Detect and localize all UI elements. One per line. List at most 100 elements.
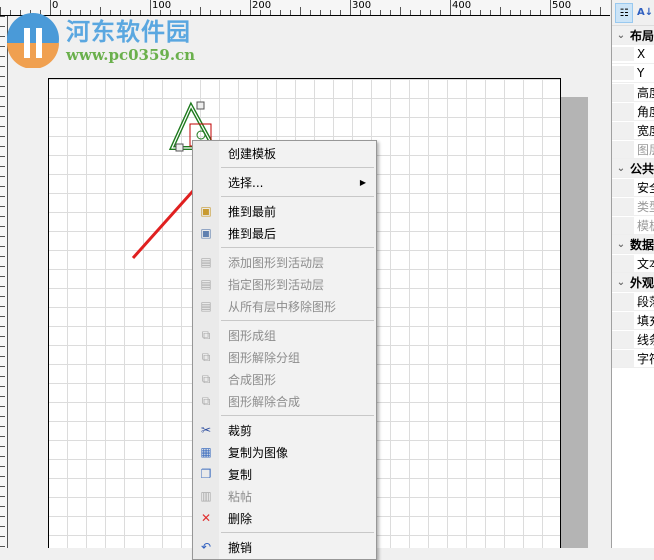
property-category[interactable]: ⌄ 数据: [612, 235, 654, 254]
property-label: 段落: [612, 292, 654, 310]
vertical-ruler: [0, 16, 8, 548]
menu-item[interactable]: ▣ 推到最前: [193, 200, 376, 222]
submenu-arrow-icon: ▶: [359, 177, 366, 187]
menu-item-label: 撤销: [228, 540, 253, 555]
ruler-tick: [330, 10, 331, 15]
ruler-tick: [430, 10, 431, 15]
property-label: 线条: [612, 330, 654, 348]
sort-alphabetical-button[interactable]: A↓: [636, 3, 654, 23]
property-row[interactable]: 安全: [612, 178, 654, 197]
property-category[interactable]: ⌄ 外观: [612, 273, 654, 292]
send-to-back-icon: ▣: [200, 226, 212, 240]
property-label: 外观: [629, 275, 654, 290]
watermark-title: 河东软件园: [66, 18, 191, 46]
layer-assign-icon: ▤: [200, 277, 212, 291]
ruler-tick: [480, 10, 481, 15]
resize-handle: [175, 143, 184, 152]
menu-item[interactable]: ▣ 推到最后: [193, 222, 376, 244]
properties-toolbar: ☷ A↓: [612, 0, 654, 26]
ruler-tick: [250, 0, 251, 15]
ruler-label: 400: [452, 0, 472, 11]
menu-item[interactable]: ⧉ 图形解除分组: [193, 346, 376, 368]
property-row[interactable]: 类型: [612, 197, 654, 216]
menu-item[interactable]: ↶ 撤销: [193, 536, 376, 558]
ruler-tick: [590, 10, 591, 15]
ruler-tick: [240, 10, 241, 15]
property-label: 模板: [612, 216, 654, 234]
menu-item[interactable]: ▦ 复制为图像: [193, 441, 376, 463]
menu-item[interactable]: 创建模板: [193, 142, 376, 164]
property-row[interactable]: 宽度: [612, 121, 654, 140]
menu-item[interactable]: ⧉ 图形解除合成: [193, 390, 376, 412]
menu-item[interactable]: 选择... ▶: [193, 171, 376, 193]
menu-item-label: 创建模板: [228, 146, 277, 161]
uncombine-icon: ⧉: [201, 394, 211, 408]
ruler-tick: [290, 10, 291, 15]
menu-item-label: 添加图形到活动层: [228, 255, 325, 270]
menu-item[interactable]: ✕ 删除: [193, 507, 376, 529]
ruler-tick: [540, 10, 541, 15]
property-row[interactable]: 文本: [612, 254, 654, 273]
watermark-logo: 河东软件园 www.pc0359.cn: [4, 10, 214, 70]
paste-icon: ▥: [200, 489, 212, 503]
menu-item-label: 从所有层中移除图形: [228, 299, 337, 314]
menu-item-label: 粘帖: [228, 489, 253, 504]
menu-item[interactable]: ▤ 添加图形到活动层: [193, 251, 376, 273]
property-category[interactable]: ⌄ 布局: [612, 26, 654, 45]
menu-separator: [221, 320, 374, 321]
chevron-down-icon[interactable]: ⌄: [612, 277, 630, 288]
chevron-down-icon[interactable]: ⌄: [612, 163, 630, 174]
property-row[interactable]: 角度: [612, 102, 654, 121]
resize-handle: [196, 101, 205, 110]
property-row[interactable]: 高度: [612, 83, 654, 102]
property-label: 填充: [612, 311, 654, 329]
ruler-tick: [510, 10, 511, 15]
ruler-tick: [530, 10, 531, 15]
ruler-tick: [520, 10, 521, 15]
ruler-tick: [390, 10, 391, 15]
delete-icon: ✕: [200, 511, 212, 525]
property-row[interactable]: 模板: [612, 216, 654, 235]
property-row[interactable]: Y: [612, 64, 654, 83]
property-row[interactable]: 填充: [612, 311, 654, 330]
property-label: Y: [612, 66, 644, 80]
rotate-handle-icon: [196, 130, 206, 140]
property-row[interactable]: 图层: [612, 140, 654, 159]
menu-item[interactable]: ⧉ 合成图形: [193, 368, 376, 390]
menu-item-label: 图形解除合成: [228, 394, 301, 409]
group-icon: ⧉: [201, 328, 211, 342]
menu-item[interactable]: ▥ 粘帖: [193, 485, 376, 507]
menu-item-label: 图形解除分组: [228, 350, 301, 365]
chevron-down-icon[interactable]: ⌄: [612, 239, 630, 250]
menu-item-label: 图形成组: [228, 328, 277, 343]
property-row[interactable]: X: [612, 45, 654, 64]
ruler-tick: [600, 7, 601, 15]
property-row[interactable]: 线条: [612, 330, 654, 349]
ruler-tick: [310, 10, 311, 15]
menu-item[interactable]: ▤ 指定图形到活动层: [193, 273, 376, 295]
ruler-tick: [500, 7, 501, 15]
property-label: X: [612, 47, 645, 61]
menu-item[interactable]: ❐ 复制: [193, 463, 376, 485]
ruler-tick: [380, 10, 381, 15]
property-row[interactable]: 字符: [612, 349, 654, 368]
combine-icon: ⧉: [201, 372, 211, 386]
menu-separator: [221, 247, 374, 248]
menu-item-label: 合成图形: [228, 372, 277, 387]
ruler-label: 500: [552, 0, 572, 11]
property-label: 角度: [612, 102, 654, 120]
menu-item[interactable]: ▤ 从所有层中移除图形: [193, 295, 376, 317]
menu-item[interactable]: ✂ 裁剪: [193, 419, 376, 441]
menu-item[interactable]: ⧉ 图形成组: [193, 324, 376, 346]
ruler-tick: [450, 0, 451, 15]
layer-add-icon: ▤: [200, 255, 212, 269]
property-category[interactable]: ⌄ 公共: [612, 159, 654, 178]
menu-separator: [221, 196, 374, 197]
bring-to-front-icon: ▣: [200, 204, 212, 218]
chevron-down-icon[interactable]: ⌄: [612, 30, 630, 41]
property-row[interactable]: 段落: [612, 292, 654, 311]
menu-item-label: 推到最前: [228, 204, 277, 219]
categorized-view-button[interactable]: ☷: [615, 2, 634, 23]
property-label: 宽度: [612, 121, 654, 139]
property-label: 图层: [612, 140, 654, 158]
